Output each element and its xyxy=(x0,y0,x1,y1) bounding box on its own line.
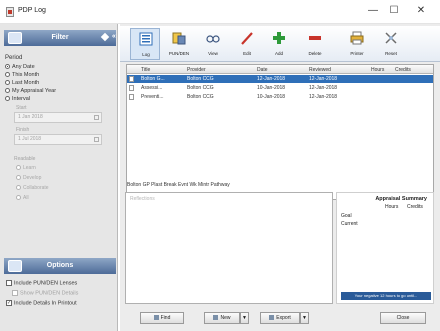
calendar-icon[interactable] xyxy=(94,115,99,120)
edit-button[interactable]: Edit xyxy=(232,28,262,60)
new-dropdown-button[interactable]: ▼ xyxy=(240,312,249,324)
minimize-button[interactable]: — xyxy=(362,4,384,18)
title-bar: PDP Log — ☐ ✕ xyxy=(0,0,440,24)
log-list-icon xyxy=(139,32,153,46)
log-list[interactable]: Title Provider Date Reviewed Hours Credi… xyxy=(126,64,434,200)
summary-status-bar: Your negative 12 hours to go until... xyxy=(341,292,431,300)
toolbar: Log PUN/DEN View Edit Add Delete Printer xyxy=(120,26,440,62)
period-option-any-date[interactable]: Any Date xyxy=(5,64,35,71)
type-option-develop[interactable]: Develop xyxy=(16,175,41,181)
period-option-appraisal-year[interactable]: My Appraisal Year xyxy=(5,88,56,95)
start-date-field[interactable]: 1 Jan 2018 xyxy=(14,112,102,123)
radio-icon[interactable] xyxy=(5,64,10,70)
finish-date-field[interactable]: 1 Jul 2018 xyxy=(14,134,102,145)
finish-label: Finish xyxy=(16,127,30,133)
column-date[interactable]: Date xyxy=(257,67,268,73)
close-window-button[interactable]: ✕ xyxy=(410,4,432,18)
new-button[interactable]: New xyxy=(204,312,240,324)
appraisal-summary: Appraisal Summary Hours Credits Goal Cur… xyxy=(336,192,434,304)
column-title[interactable]: Title xyxy=(141,67,150,73)
notes-caption: Bolton GP Plast Break Evnt Wk Mintr Path… xyxy=(127,182,230,188)
include-details-printout-checkbox[interactable]: ✓ Include Details In Printout xyxy=(6,300,77,306)
log-button[interactable]: Log xyxy=(130,28,160,60)
period-option-this-month[interactable]: This Month xyxy=(5,72,39,79)
reflections-placeholder: Reflections xyxy=(130,196,155,202)
checkbox-checked-icon[interactable]: ✓ xyxy=(6,300,12,306)
period-option-last-month[interactable]: Last Month xyxy=(5,80,39,87)
radio-icon[interactable] xyxy=(16,175,21,181)
reflections-textarea[interactable]: Reflections xyxy=(125,192,333,304)
export-dropdown-button[interactable]: ▼ xyxy=(300,312,309,324)
add-plus-icon xyxy=(273,32,285,44)
radio-icon[interactable] xyxy=(5,88,10,94)
radio-icon[interactable] xyxy=(16,195,21,201)
radio-icon[interactable] xyxy=(5,96,10,102)
document-icon xyxy=(129,76,134,82)
delete-button[interactable]: Delete xyxy=(300,28,330,60)
close-button[interactable]: Close xyxy=(380,312,426,324)
dropdown-arrow-icon: ▼ xyxy=(242,315,247,321)
find-icon xyxy=(153,315,159,321)
type-option-learn[interactable]: Learn xyxy=(16,165,36,171)
summary-col-credits: Credits xyxy=(407,204,423,210)
calendar-icon[interactable] xyxy=(94,137,99,142)
checkbox-icon xyxy=(12,290,18,296)
column-credits[interactable]: Credits xyxy=(395,67,411,73)
reset-icon xyxy=(385,32,397,44)
find-button[interactable]: Find xyxy=(140,312,184,324)
view-button[interactable]: View xyxy=(198,28,228,60)
include-pun-den-checkbox[interactable]: Include PUN/DEN Lenses xyxy=(6,280,77,286)
summary-title: Appraisal Summary xyxy=(375,196,427,202)
collapse-arrows-icon[interactable]: « xyxy=(112,33,116,40)
bottom-bar: Find New ▼ Export ▼ Close xyxy=(120,308,440,331)
filter-header[interactable]: Filter « xyxy=(4,30,116,46)
reset-button[interactable]: Reset xyxy=(376,28,406,60)
radio-icon[interactable] xyxy=(16,185,21,191)
export-icon xyxy=(269,315,275,321)
column-provider[interactable]: Provider xyxy=(187,67,206,73)
view-glasses-icon xyxy=(206,35,220,43)
table-row[interactable]: Preventi... Bolton CCG 10-Jan-2018 12-Ja… xyxy=(127,93,433,101)
radio-icon[interactable] xyxy=(5,72,10,78)
edit-pencil-icon xyxy=(241,32,253,45)
filter-header-label: Filter xyxy=(51,34,69,41)
start-label: Start xyxy=(16,105,27,111)
radio-icon[interactable] xyxy=(5,80,10,86)
printer-button[interactable]: Printer xyxy=(342,28,372,60)
period-option-interval[interactable]: Interval xyxy=(5,96,30,103)
dropdown-arrow-icon: ▼ xyxy=(302,315,307,321)
main-pane: Log PUN/DEN View Edit Add Delete Printer xyxy=(120,24,440,331)
type-option-all[interactable]: All xyxy=(16,195,29,201)
summary-row-goal: Goal xyxy=(341,213,352,219)
table-row[interactable]: Bolton G... Bolton CCG 12-Jan-2018 12-Ja… xyxy=(127,75,433,83)
options-header[interactable]: Options xyxy=(4,258,116,274)
document-icon xyxy=(129,85,134,91)
radio-icon[interactable] xyxy=(16,165,21,171)
table-row[interactable]: Assessi... Bolton CCG 10-Jan-2018 12-Jan… xyxy=(127,84,433,92)
delete-minus-icon xyxy=(309,36,321,40)
column-reviewed[interactable]: Reviewed xyxy=(309,67,331,73)
printer-icon xyxy=(350,31,364,45)
pun-den-button[interactable]: PUN/DEN xyxy=(164,28,194,60)
app-icon xyxy=(6,7,14,17)
window-title: PDP Log xyxy=(18,7,46,14)
log-list-header: Title Provider Date Reviewed Hours Credi… xyxy=(127,65,433,74)
show-pun-den-details-checkbox: Show PUN/DEN Details xyxy=(12,290,78,296)
options-header-label: Options xyxy=(46,262,74,269)
document-icon xyxy=(129,94,134,100)
summary-row-current: Current xyxy=(341,221,358,227)
export-button[interactable]: Export xyxy=(260,312,300,324)
period-label: Period xyxy=(5,55,23,61)
type-option-collaborate[interactable]: Collaborate xyxy=(16,185,49,191)
checkbox-icon[interactable] xyxy=(6,280,12,286)
column-hours[interactable]: Hours xyxy=(371,67,384,73)
new-icon xyxy=(213,315,219,321)
summary-col-hours: Hours xyxy=(385,204,399,210)
readable-label: Readable xyxy=(14,156,36,162)
maximize-button[interactable]: ☐ xyxy=(383,4,405,18)
add-button[interactable]: Add xyxy=(264,28,294,60)
pun-den-icon xyxy=(172,32,186,45)
filter-pane: Filter « Period Any Date This Month Last… xyxy=(0,24,118,331)
